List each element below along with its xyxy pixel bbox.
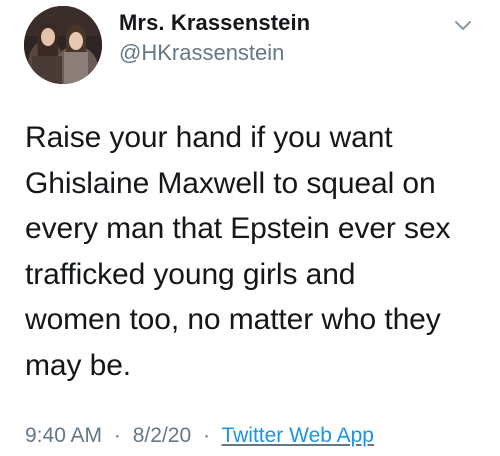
- tweet-date[interactable]: 8/2/20: [133, 424, 191, 447]
- separator: ·: [113, 424, 121, 447]
- tweet-text: Raise your hand if you want Ghislaine Ma…: [25, 121, 451, 382]
- tweet-time[interactable]: 9:40 AM: [25, 424, 102, 447]
- avatar-photo: [24, 6, 102, 84]
- author-name[interactable]: Mrs. Krassenstein: [119, 10, 310, 36]
- tweet-card: Mrs. Krassenstein @HKrassenstein Raise y…: [0, 0, 500, 456]
- source-link[interactable]: Twitter Web App: [221, 424, 374, 447]
- author-handle[interactable]: @HKrassenstein: [119, 40, 284, 66]
- avatar[interactable]: [24, 6, 102, 84]
- chevron-down-icon[interactable]: [451, 18, 475, 34]
- separator: ·: [202, 424, 210, 447]
- tweet-metadata: 9:40 AM · 8/2/20 · Twitter Web App: [25, 424, 374, 448]
